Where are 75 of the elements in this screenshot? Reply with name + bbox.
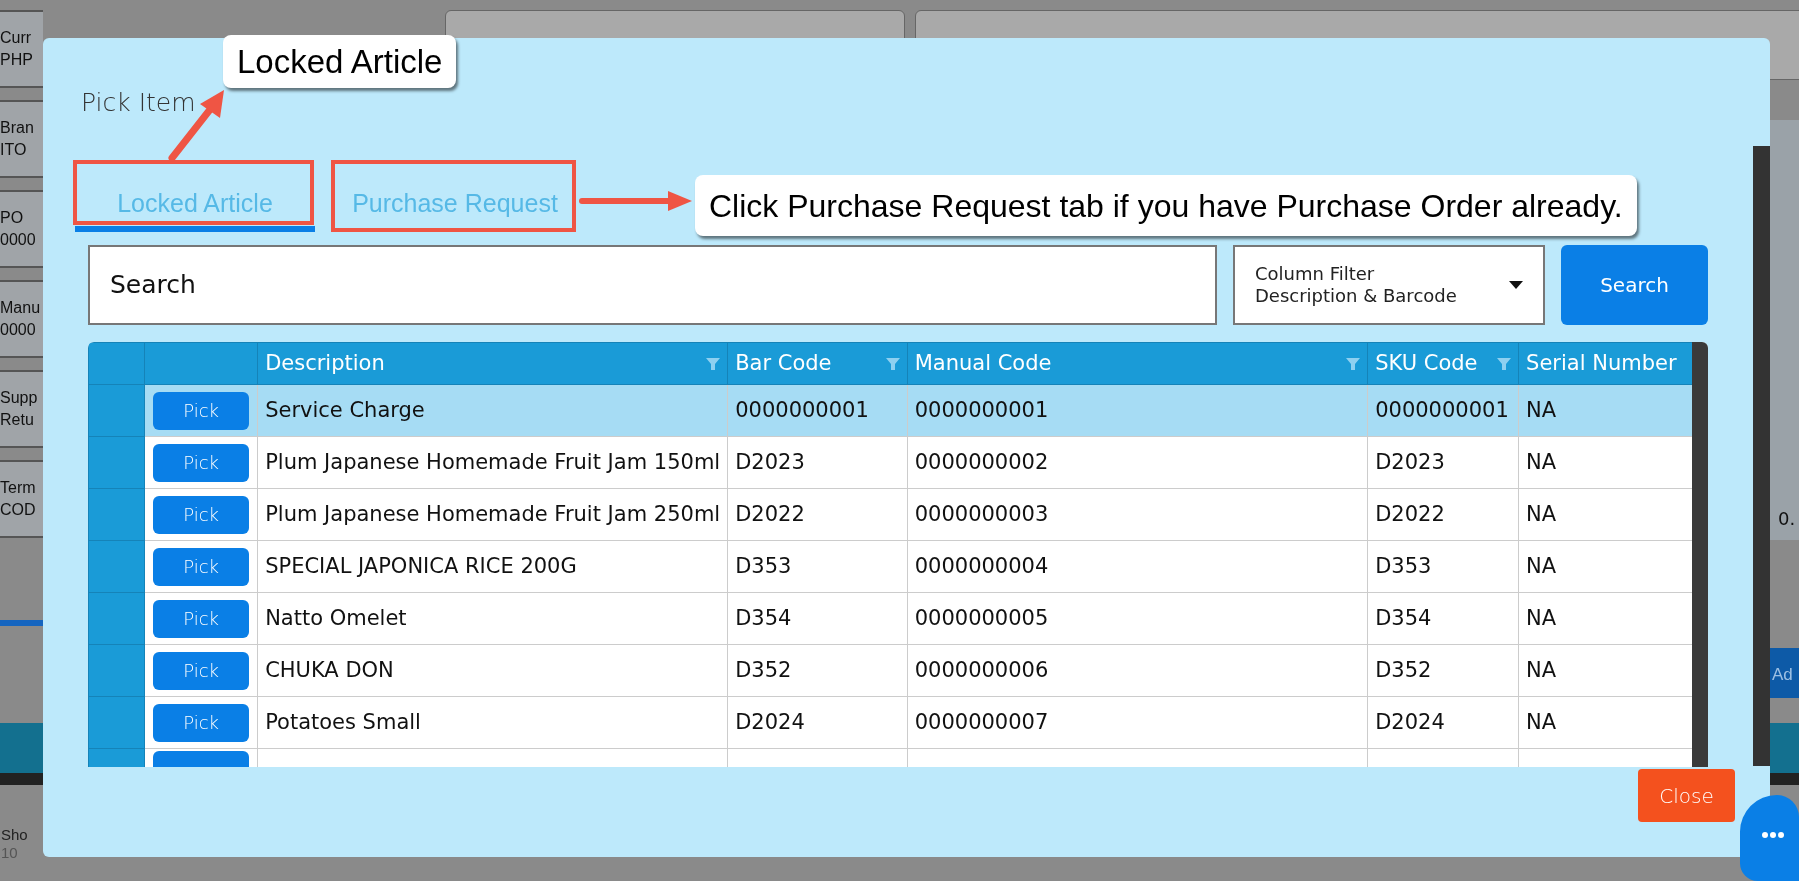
table-cell: D352 — [1367, 644, 1519, 697]
header-label: SKU Code — [1375, 349, 1478, 377]
field-value: ITO — [0, 140, 27, 160]
column-header[interactable]: Manual Code — [907, 342, 1368, 385]
show-label: Sho — [1, 826, 28, 844]
table-cell: D2024 — [1367, 696, 1519, 749]
table-row[interactable]: Pick Natto Omelet D354 0000000005 D354 NA — [88, 592, 1694, 645]
field-value: COD — [0, 500, 36, 520]
field-value: 0000 — [0, 230, 36, 250]
search-button[interactable]: Search — [1561, 245, 1708, 325]
table-row[interactable]: Pick Plum Japanese Homemade Fruit Jam 250ml D2022 0000000003 D2022 NA — [88, 488, 1694, 541]
table-cell: Plum Japanese Homemade Fruit Jam 150ml — [257, 436, 728, 489]
table-cell: D352 — [727, 644, 908, 697]
dialog-title: Pick Item — [81, 87, 196, 119]
callout-label: Locked Article — [223, 35, 457, 88]
field-label: PO — [0, 208, 24, 228]
field-label: Bran — [0, 118, 34, 138]
column-filter-dropdown[interactable]: Column Filter Description & Barcode — [1233, 245, 1545, 325]
field-label: Manu — [0, 298, 41, 318]
table-cell: 0000000006 — [907, 644, 1368, 697]
table-cell: D2022 — [1367, 488, 1519, 541]
table-row[interactable]: Pick Plum Japanese Homemade Fruit Jam 150ml D2023 0000000002 D2023 NA — [88, 436, 1694, 489]
search-field[interactable]: Search — [88, 245, 1217, 325]
table-cell: CHUKA DON — [257, 644, 728, 697]
header-label: Description — [265, 349, 385, 377]
table-cell: Plum Japanese Homemade Fruit Jam 250ml — [257, 488, 728, 541]
column-header[interactable]: Description — [257, 342, 728, 385]
header-label: Serial Number — [1526, 349, 1677, 377]
table-row[interactable]: Pick Service Charge 0000000001 0000000001 0000000001 NA — [88, 384, 1694, 437]
field-value: 0. — [1778, 507, 1796, 531]
pick-button[interactable]: Pick — [153, 703, 250, 742]
column-header[interactable]: SKU Code — [1367, 342, 1519, 385]
field-value: Retu — [0, 410, 34, 430]
table-cell: 0000000004 — [907, 540, 1368, 593]
table-row[interactable]: Pick CHUKA DON D352 0000000006 D352 NA — [88, 644, 1694, 697]
table-row[interactable]: Pick SPECIAL JAPONICA RICE 200G D353 0000000004 D353 NA — [88, 540, 1694, 593]
table-cell: 0000000001 — [727, 384, 908, 437]
pick-button[interactable]: Pick — [153, 599, 250, 638]
column-header[interactable]: Bar Code — [727, 342, 908, 385]
table-cell: D353 — [727, 540, 908, 593]
pick-button[interactable]: Pick — [153, 391, 250, 430]
table-cell: D2023 — [1367, 436, 1519, 489]
table-cell: D353 — [1367, 540, 1519, 593]
field-value: PHP — [0, 50, 33, 70]
table-cell: Potatoes Small — [257, 696, 728, 749]
filter-value: Description & Barcode — [1255, 285, 1457, 307]
pick-button[interactable]: Pick — [153, 495, 250, 534]
table-cell: D2023 — [727, 436, 908, 489]
table-cell: Natto Omelet — [257, 592, 728, 645]
table-cell: SPECIAL JAPONICA RICE 200G — [257, 540, 728, 593]
table-cell: D354 — [727, 592, 908, 645]
field-value: 0000 — [0, 320, 36, 340]
close-button[interactable]: Close — [1638, 769, 1735, 822]
field-label: Curr — [0, 28, 32, 48]
pick-button[interactable]: Pick — [153, 547, 250, 586]
table-row[interactable]: Pick Potatoes Small D2024 0000000007 D2024 NA — [88, 696, 1694, 749]
table-cell: 0000000001 — [907, 384, 1368, 437]
table-cell: 0000000007 — [907, 696, 1368, 749]
header-label: Manual Code — [914, 349, 1052, 377]
table-cell: 0000000003 — [907, 488, 1368, 541]
table-cell: 0000000002 — [907, 436, 1368, 489]
header-label: Bar Code — [735, 349, 832, 377]
field-label: Supp — [0, 388, 38, 408]
field-label: Term — [0, 478, 36, 498]
filter-label: Column Filter — [1255, 263, 1375, 285]
table-cell: D2022 — [727, 488, 908, 541]
callout-label: Click Purchase Request tab if you have Purchase Order already. — [695, 175, 1637, 236]
pick-button[interactable]: Pick — [153, 443, 250, 482]
pick-button[interactable]: Pick — [153, 651, 250, 690]
table-cell: 0000000001 — [1367, 384, 1519, 437]
add-button[interactable]: Ad — [1770, 648, 1799, 698]
table-cell: 0000000005 — [907, 592, 1368, 645]
table-cell: D354 — [1367, 592, 1519, 645]
table-cell: D2024 — [727, 696, 908, 749]
table-cell: Service Charge — [257, 384, 728, 437]
